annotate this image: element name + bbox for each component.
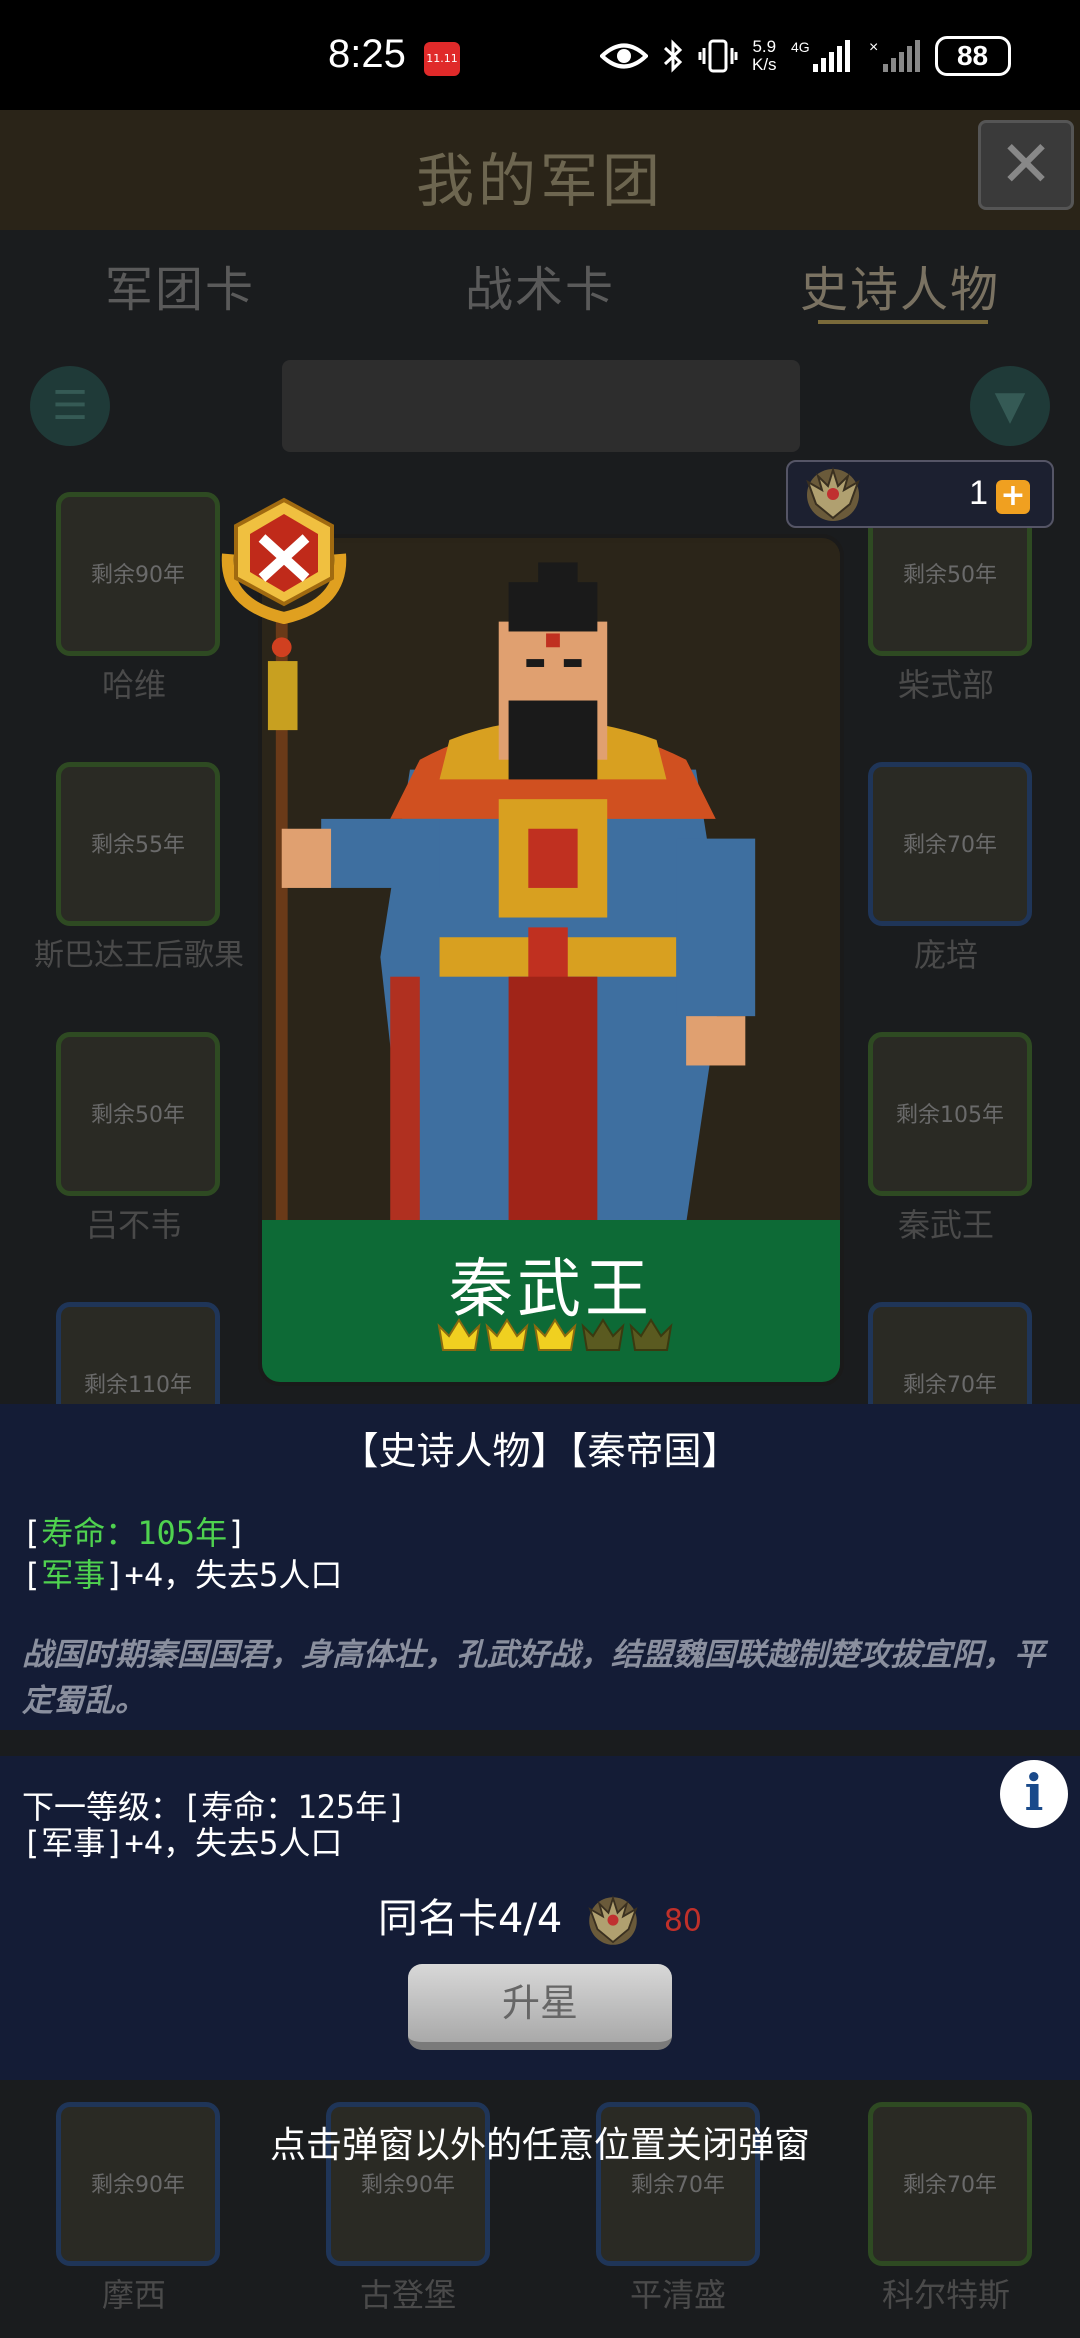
info-icon[interactable]: i [1000, 1760, 1068, 1828]
tab-bar: 军团卡 战术卡 史诗人物 [0, 240, 1080, 350]
page-title: 我的军团 [415, 147, 664, 215]
tab-tactic-cards[interactable]: 战术卡 [360, 240, 720, 350]
upgrade-cost: 80 [663, 1903, 702, 1939]
card-name: 摩西 [101, 2276, 166, 2314]
military-stat: [军事]+4，失去5人口 [22, 1556, 343, 1594]
hero-card: 秦武王 [258, 534, 844, 1386]
crown-filled-icon [533, 1318, 577, 1351]
card-slot[interactable]: 剩余50年 [56, 1032, 220, 1196]
eagle-emblem-icon [588, 1895, 638, 1945]
filter-icon[interactable]: ▼ [970, 366, 1050, 446]
crown-empty-icon [581, 1318, 625, 1351]
app-notification-icon: 11.11 [424, 42, 460, 76]
svg-text:×: × [869, 39, 878, 56]
card-name: 庞培 [913, 936, 978, 974]
card-slot[interactable]: 剩余90年 [56, 492, 220, 656]
bluetooth-icon [663, 39, 683, 73]
search-input[interactable] [282, 360, 800, 452]
add-emblem-button[interactable]: + [996, 480, 1030, 514]
title-bar: 我的军团 ✕ [0, 110, 1080, 230]
card-name: 吕不韦 [85, 1206, 182, 1244]
hero-description: 战国时期秦国国君，身高体壮，孔武好战，结盟魏国联越制楚攻拔宜阳，平定蜀乱。 [22, 1637, 1045, 1719]
vibrate-icon [698, 39, 738, 73]
signal-4g-icon: 4G [791, 39, 850, 72]
card-name: 平清盛 [629, 2276, 726, 2314]
status-icons: 5.9 K/s 4G × 88 [600, 34, 1011, 78]
card-name: 哈维 [101, 666, 166, 704]
tab-legion-cards[interactable]: 军团卡 [0, 240, 360, 350]
upgrade-star-button[interactable]: 升星 [408, 1964, 672, 2050]
card-slot[interactable]: 剩余55年 [56, 762, 220, 926]
card-slot[interactable]: 剩余70年 [868, 762, 1032, 926]
card-name: 古登堡 [359, 2276, 456, 2314]
status-time: 8:25 [328, 32, 406, 76]
crown-filled-icon [437, 1318, 481, 1351]
close-button[interactable]: ✕ [978, 120, 1074, 210]
card-slot[interactable]: 剩余105年 [868, 1032, 1032, 1196]
tab-epic-figures[interactable]: 史诗人物 [720, 240, 1080, 350]
next-level-military: [军事]+4，失去5人口 [22, 1824, 343, 1862]
card-name: 斯巴达王后歌果 [34, 938, 244, 973]
card-name: 科尔特斯 [881, 2276, 1010, 2314]
active-tab-indicator [818, 320, 988, 324]
hero-portrait [262, 538, 840, 1228]
military-rank-badge-icon [221, 497, 347, 624]
card-name: 秦武王 [897, 1206, 994, 1244]
eagle-emblem-icon [806, 466, 860, 521]
crown-empty-icon [629, 1318, 673, 1351]
svg-text:4G: 4G [791, 39, 810, 55]
hero-tags: 【史诗人物】【秦帝国】 [340, 1429, 740, 1473]
emblem-currency: 1 + [786, 460, 1054, 528]
duplicate-card-row: 同名卡4/4 80 [0, 1886, 1080, 1953]
star-rating [436, 1312, 676, 1368]
list-menu-icon[interactable]: ☰ [30, 366, 110, 446]
duplicate-card-count: 同名卡4/4 [378, 1896, 563, 1942]
emblem-count: 1 [969, 474, 988, 512]
status-bar: 8:25 11.11 5.9 K/s 4G × 88 [0, 0, 1080, 110]
card-name: 柴式部 [897, 666, 994, 704]
crown-filled-icon [485, 1318, 529, 1351]
close-popup-hint: 点击弹窗以外的任意位置关闭弹窗 [269, 2125, 810, 2166]
eye-icon [600, 43, 648, 69]
battery-indicator: 88 [934, 36, 1011, 76]
signal-no-sim-icon: × [869, 39, 920, 72]
network-speed: 5.9 K/s [752, 37, 777, 74]
lifespan-stat: [寿命：105年] [22, 1514, 247, 1552]
